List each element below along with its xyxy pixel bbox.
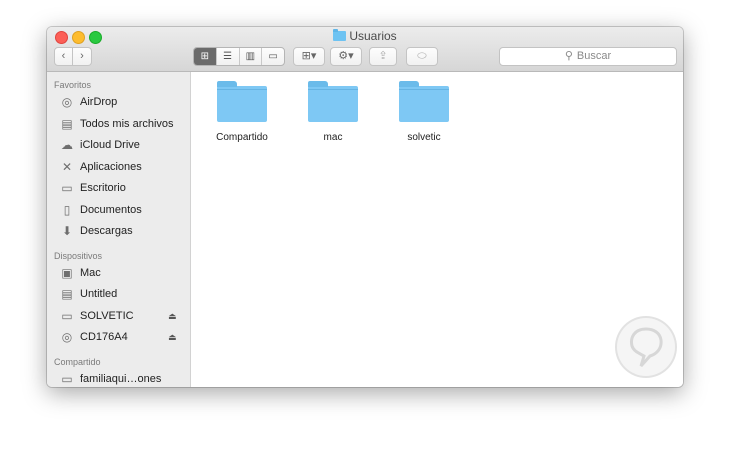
sidebar: Favoritos ◎ AirDrop ▤ Todos mis archivos ☁… (47, 72, 191, 387)
desktop-icon: ▭ (61, 181, 73, 195)
title-bar: Usuarios ‹ › ⊞ ☰ ▥ ▭ ⊞▾ ⚙▾ ⇪ ⬭ ⚲ Buscar (47, 27, 683, 72)
forward-button[interactable]: › (73, 47, 92, 66)
file-browser-area[interactable]: Compartido mac solvetic (191, 72, 683, 387)
sidebar-item-cd176a4[interactable]: ◎ CD176A4 ⏏ (47, 327, 190, 349)
sidebar-item-solvetic[interactable]: ▭ SOLVETIC ⏏ (47, 306, 190, 328)
sidebar-item-documents[interactable]: ▯ Documentos (47, 200, 190, 222)
chevron-left-icon: ‹ (61, 50, 66, 62)
computer-icon: ▣ (61, 265, 73, 280)
back-button[interactable]: ‹ (54, 47, 73, 66)
sidebar-item-label: Aplicaciones (80, 160, 142, 173)
devices-header: Dispositivos (54, 250, 103, 261)
action-button[interactable]: ⚙▾ (330, 47, 362, 66)
folder-label: mac (323, 132, 343, 143)
folder-item-solvetic[interactable]: solvetic (384, 80, 464, 143)
eject-icon[interactable]: ⏏ (168, 306, 177, 328)
folder-icon (217, 81, 267, 122)
sidebar-item-label: Todos mis archivos (80, 117, 174, 130)
sidebar-item-label: Untitled (80, 288, 118, 300)
sidebar-item-label: Escritorio (80, 182, 126, 194)
sidebar-item-label: CD176A4 (80, 331, 128, 343)
folder-icon (308, 81, 358, 122)
watermark-logo (617, 318, 675, 376)
arrange-icon: ⊞▾ (301, 50, 317, 62)
sidebar-item-untitled[interactable]: ▤ Untitled (47, 284, 190, 306)
sidebar-item-label: iCloud Drive (80, 139, 140, 151)
list-view-button[interactable]: ☰ (215, 48, 239, 65)
folder-icon (399, 81, 449, 122)
finder-window: Usuarios ‹ › ⊞ ☰ ▥ ▭ ⊞▾ ⚙▾ ⇪ ⬭ ⚲ Buscar F… (47, 27, 683, 387)
speech-bubble-icon (630, 327, 663, 368)
folder-item-mac[interactable]: mac (293, 80, 373, 143)
documents-icon: ▯ (63, 202, 71, 217)
view-mode-segmented-control: ⊞ ☰ ▥ ▭ (193, 47, 285, 66)
sidebar-item-downloads[interactable]: ⬇ Descargas (47, 221, 190, 243)
magnifier-icon: ⚲ (564, 50, 573, 62)
sidebar-item-label: Documentos (80, 203, 142, 216)
sidebar-item-label: Mac (80, 266, 101, 279)
folder-label: solvetic (407, 132, 441, 143)
all-files-icon: ▤ (61, 116, 73, 131)
sidebar-item-applications[interactable]: ✕ Aplicaciones (47, 157, 190, 179)
sidebar-item-label: SOLVETIC (80, 309, 134, 322)
gear-icon: ⚙▾ (338, 50, 354, 62)
share-icon: ⇪ (378, 50, 388, 62)
favorites-header: Favoritos (54, 80, 92, 90)
icon-view-button[interactable]: ⊞ (194, 48, 216, 65)
applications-icon: ✕ (61, 159, 73, 174)
column-view-button[interactable]: ▥ (238, 48, 262, 65)
shared-header: Compartido (54, 356, 101, 367)
coverflow-view-button[interactable]: ▭ (261, 48, 284, 65)
sidebar-item-label: AirDrop (80, 96, 118, 108)
shared-computer-icon: ▭ (61, 371, 73, 386)
window-title: Usuarios (47, 29, 683, 43)
share-button[interactable]: ⇪ (369, 47, 397, 66)
sidebar-item-label: Descargas (80, 225, 133, 237)
sidebar-item-icloud-drive[interactable]: ☁ iCloud Drive (47, 135, 190, 157)
tag-icon: ⬭ (417, 50, 427, 62)
external-drive-icon: ▭ (61, 308, 73, 323)
tag-button[interactable]: ⬭ (406, 47, 438, 66)
chevron-right-icon: › (80, 50, 84, 62)
sidebar-item-airdrop[interactable]: ◎ AirDrop (47, 92, 190, 114)
sidebar-item-mac[interactable]: ▣ Mac (47, 263, 190, 285)
eject-icon[interactable]: ⏏ (168, 327, 177, 349)
airdrop-icon: ◎ (61, 95, 73, 109)
folder-icon (333, 29, 347, 41)
sidebar-item-all-files[interactable]: ▤ Todos mis archivos (47, 114, 190, 136)
sidebar-item-desktop[interactable]: ▭ Escritorio (47, 178, 190, 200)
disc-icon: ◎ (61, 330, 73, 344)
window-title-text: Usuarios (349, 29, 397, 43)
sidebar-item-shared-computer[interactable]: ▭ familiaqui…ones (47, 369, 190, 388)
drive-icon: ▤ (61, 287, 73, 301)
folder-item-compartido[interactable]: Compartido (202, 80, 282, 143)
downloads-icon: ⬇ (61, 224, 73, 238)
cloud-icon: ☁ (61, 138, 73, 152)
search-placeholder: Buscar (576, 50, 612, 62)
sidebar-item-label: familiaqui…ones (80, 372, 162, 385)
folder-label: Compartido (216, 132, 268, 143)
search-field[interactable]: ⚲ Buscar (499, 47, 677, 66)
arrange-button[interactable]: ⊞▾ (293, 47, 325, 66)
